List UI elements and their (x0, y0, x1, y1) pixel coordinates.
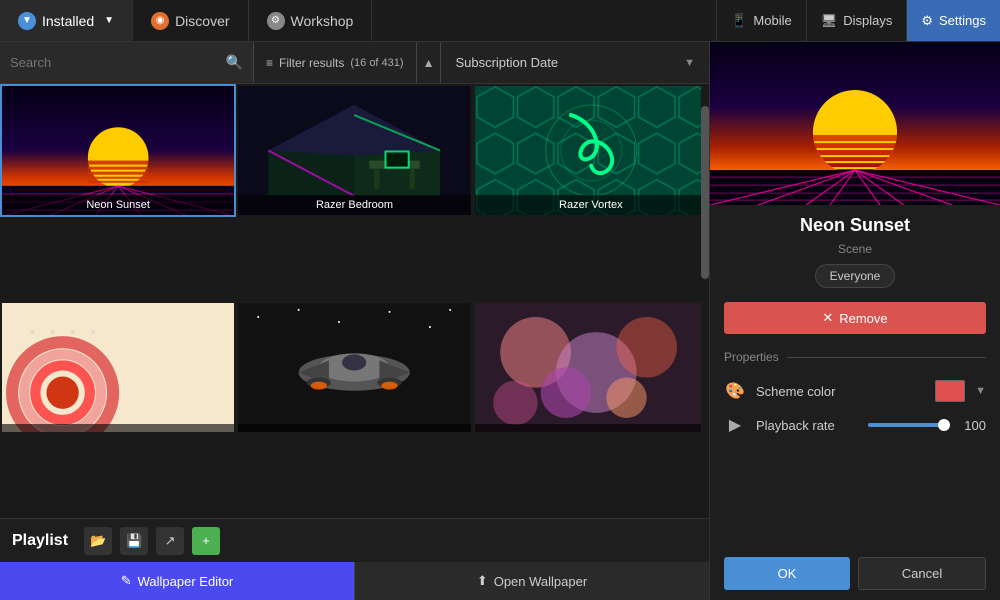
wallpaper-grid: Neon Sunset (0, 84, 709, 518)
color-palette-icon: 🎨 (724, 380, 746, 402)
playback-rate-label: Playback rate (756, 418, 858, 433)
filter-label: Filter results (279, 56, 344, 70)
tab-workshop[interactable]: ⚙ Workshop (249, 0, 373, 41)
wallpaper-label (475, 424, 707, 432)
wallpaper-title: Neon Sunset (710, 205, 1000, 242)
displays-label: Displays (843, 13, 892, 28)
displays-btn[interactable]: 🖥 Displays (806, 0, 907, 41)
wallpaper-label: Razer Bedroom (238, 195, 470, 215)
color-dropdown-arrow[interactable]: ▼ (975, 385, 986, 397)
playback-rate-row: ▶ Playback rate 100 (724, 408, 986, 442)
wallpaper-label: Razer Vortex (475, 195, 707, 215)
scheme-color-label: Scheme color (756, 384, 925, 399)
cancel-button[interactable]: Cancel (858, 557, 986, 590)
open-wallpaper-label: Open Wallpaper (494, 574, 587, 589)
color-swatch[interactable] (935, 380, 965, 402)
tab-installed[interactable]: ▼ Installed ▼ (0, 0, 133, 41)
filter-lines-icon: ≡ (266, 56, 273, 70)
left-panel: 🔍 ≡ Filter results (16 of 431) ▲ Subscri… (0, 42, 710, 600)
filter-direction-toggle[interactable]: ▲ (417, 42, 442, 83)
main-area: 🔍 ≡ Filter results (16 of 431) ▲ Subscri… (0, 42, 1000, 600)
remove-button[interactable]: ✕ Remove (724, 302, 986, 334)
slider-thumb[interactable] (938, 419, 950, 431)
settings-icon: ⚙ (921, 13, 933, 29)
editor-icon: ✎ (121, 573, 132, 589)
wallpaper-label (238, 424, 470, 432)
playback-rate-slider-container: 100 (868, 418, 986, 433)
mobile-icon: 📱 (731, 13, 747, 29)
remove-icon: ✕ (822, 310, 833, 326)
filter-bar: 🔍 ≡ Filter results (16 of 431) ▲ Subscri… (0, 42, 709, 84)
installed-icon: ▼ (18, 12, 36, 30)
properties-section: Properties 🎨 Scheme color ▼ ▶ Playback r… (710, 340, 1000, 442)
properties-header: Properties (724, 350, 986, 364)
search-box: 🔍 (0, 42, 254, 83)
sort-dropdown-arrow: ▼ (684, 57, 695, 69)
settings-label: Settings (939, 13, 986, 28)
discover-icon: ◉ (151, 12, 169, 30)
workshop-label: Workshop (291, 13, 354, 29)
dialog-buttons: OK Cancel (710, 547, 1000, 600)
wallpaper-item-neon-sunset[interactable]: Neon Sunset (0, 84, 236, 217)
wallpaper-type: Scene (710, 242, 1000, 260)
scrollbar[interactable] (701, 84, 709, 518)
search-input[interactable] (10, 55, 226, 70)
remove-label: Remove (839, 311, 887, 326)
scheme-color-row: 🎨 Scheme color ▼ (724, 374, 986, 408)
wallpaper-label (2, 424, 234, 432)
search-icon[interactable]: 🔍 (226, 54, 243, 71)
rating-badge-container: Everyone (710, 260, 1000, 296)
wallpaper-item-4[interactable] (0, 301, 236, 434)
playlist-label: Playlist (12, 532, 68, 550)
filter-button[interactable]: ≡ Filter results (16 of 431) (254, 42, 417, 83)
filter-count: (16 of 431) (350, 57, 403, 69)
mobile-label: Mobile (753, 13, 791, 28)
wallpaper-editor-label: Wallpaper Editor (138, 574, 234, 589)
sort-dropdown[interactable]: Subscription Date ▼ (441, 42, 709, 83)
playlist-open-btn[interactable]: 📂 (84, 527, 112, 555)
playlist-save-btn[interactable]: 💾 (120, 527, 148, 555)
preview-image (710, 42, 1000, 205)
slider-fill (868, 423, 948, 427)
scrollbar-thumb[interactable] (701, 106, 709, 280)
top-navigation: ▼ Installed ▼ ◉ Discover ⚙ Workshop 📱 Mo… (0, 0, 1000, 42)
sort-label: Subscription Date (455, 55, 558, 70)
right-panel: Neon Sunset Scene Everyone ✕ Remove Prop… (710, 42, 1000, 600)
preview-svg (710, 42, 1000, 205)
wallpaper-item-razer-vortex[interactable]: Razer Vortex (473, 84, 709, 217)
bottom-buttons: ✎ Wallpaper Editor ⬆ Open Wallpaper (0, 562, 709, 600)
displays-icon: 🖥 (821, 13, 838, 29)
workshop-icon: ⚙ (267, 12, 285, 30)
settings-btn[interactable]: ⚙ Settings (906, 0, 1000, 41)
playlist-share-btn[interactable]: ↗ (156, 527, 184, 555)
playback-rate-value: 100 (956, 418, 986, 433)
rating-badge: Everyone (815, 264, 896, 288)
discover-label: Discover (175, 13, 229, 29)
installed-label: Installed (42, 13, 94, 29)
installed-dropdown-arrow: ▼ (104, 15, 114, 26)
playback-rate-slider[interactable] (868, 423, 948, 427)
play-icon: ▶ (724, 414, 746, 436)
ok-button[interactable]: OK (724, 557, 850, 590)
playlist-bar: Playlist 📂 💾 ↗ + (0, 518, 709, 562)
wallpaper-item-6[interactable] (473, 301, 709, 434)
upload-icon: ⬆ (477, 573, 488, 589)
wallpaper-item-razer-bedroom[interactable]: Razer Bedroom (236, 84, 472, 217)
wallpaper-item-5[interactable] (236, 301, 472, 434)
playlist-add-btn[interactable]: + (192, 527, 220, 555)
mobile-btn[interactable]: 📱 Mobile (716, 0, 805, 41)
wallpaper-editor-button[interactable]: ✎ Wallpaper Editor (0, 562, 354, 600)
open-wallpaper-button[interactable]: ⬆ Open Wallpaper (354, 562, 709, 600)
tab-discover[interactable]: ◉ Discover (133, 0, 248, 41)
properties-label: Properties (724, 350, 779, 364)
wallpaper-label: Neon Sunset (2, 195, 234, 215)
